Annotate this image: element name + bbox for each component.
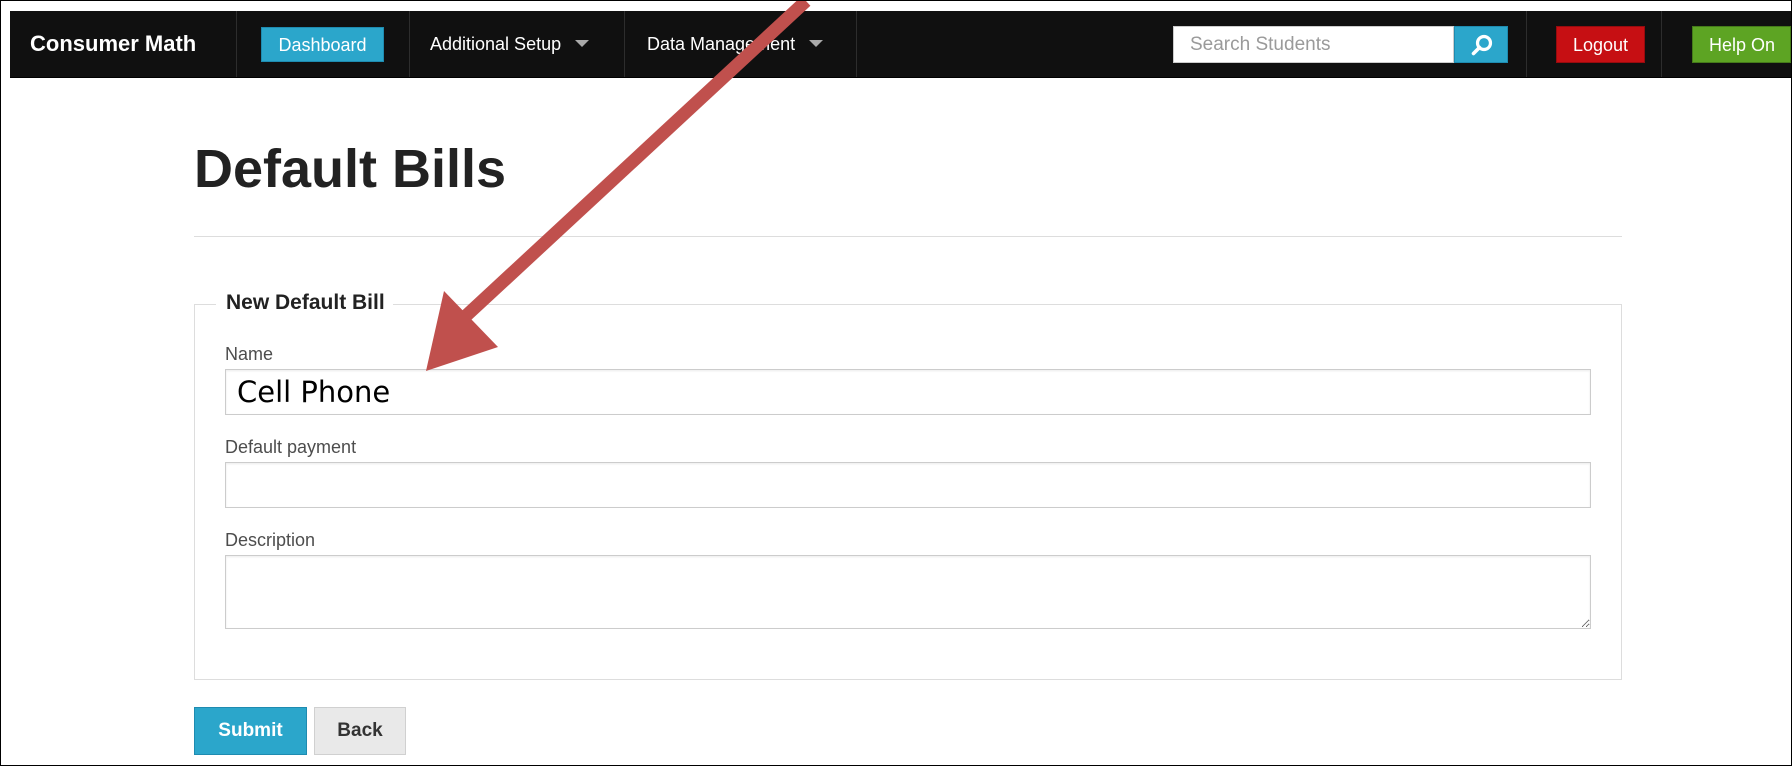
caret-down-icon [809,39,824,47]
submit-button[interactable]: Submit [194,707,307,755]
screenshot-frame: Consumer Math Dashboard Additional Setup… [0,0,1792,766]
search-students-input[interactable] [1173,26,1454,63]
help-toggle-button[interactable]: Help On [1692,26,1791,63]
fieldset-legend: New Default Bill [216,289,393,317]
additional-setup-menu[interactable]: Additional Setup [430,11,590,77]
data-management-menu[interactable]: Data Management [647,11,824,77]
title-divider [194,236,1622,237]
search-button[interactable] [1454,26,1508,63]
default-payment-input[interactable] [225,462,1591,508]
default-payment-label: Default payment [225,437,357,457]
name-input[interactable] [225,369,1591,415]
back-button[interactable]: Back [314,707,406,755]
nav-separator [624,11,625,77]
top-navbar: Consumer Math Dashboard Additional Setup… [10,11,1791,78]
description-label: Description [225,530,316,550]
nav-separator [856,11,857,77]
dashboard-button[interactable]: Dashboard [261,27,384,62]
name-label: Name [225,344,274,364]
brand-name[interactable]: Consumer Math [30,11,196,77]
description-textarea[interactable] [225,555,1591,629]
nav-separator [236,11,237,77]
search-icon [1471,34,1493,56]
data-management-label: Data Management [647,34,796,54]
nav-separator [409,11,410,77]
nav-separator [1661,11,1662,77]
additional-setup-label: Additional Setup [430,34,562,54]
caret-down-icon [575,39,590,47]
page-title: Default Bills [194,139,507,199]
logout-button[interactable]: Logout [1556,26,1645,63]
nav-separator [1526,11,1527,77]
